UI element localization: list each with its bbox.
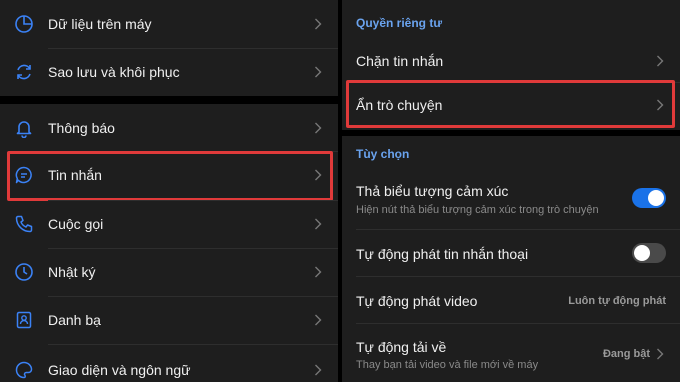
chevron-right-icon <box>315 218 322 230</box>
pie-chart-icon <box>15 15 33 33</box>
menu-item-label: Dữ liệu trên máy <box>48 16 152 32</box>
row-value: Luôn tự động phát <box>568 295 666 307</box>
section-header-privacy: Quyền riêng tư <box>356 16 443 30</box>
section-gap <box>0 96 338 104</box>
row-value: Đang bật <box>602 348 650 360</box>
row-description: Hiện nút thả biểu tượng cảm xúc trong tr… <box>356 204 599 216</box>
menu-item-timeline[interactable]: Nhật ký <box>0 248 338 296</box>
section-gap <box>342 130 680 136</box>
chevron-right-icon <box>315 266 322 278</box>
row-auto-download[interactable]: Tự động tải về Thay bạn tải video và fil… <box>342 323 680 382</box>
menu-item-contacts[interactable]: Danh bạ <box>0 296 338 344</box>
row-description: Thay bạn tải video và file mới về máy <box>356 359 539 371</box>
toggle-knob <box>634 245 650 261</box>
contact-book-icon <box>16 311 32 329</box>
highlight-box <box>7 151 333 201</box>
auto-voice-toggle[interactable] <box>632 243 666 263</box>
row-auto-play-voice[interactable]: Tự động phát tin nhắn thoại <box>342 229 680 277</box>
clock-icon <box>15 263 33 281</box>
row-label: Tự động phát tin nhắn thoại <box>356 246 529 262</box>
section-header-options: Tùy chọn <box>356 147 410 161</box>
settings-menu-panel: Dữ liệu trên máy Sao lưu và khôi phục Th… <box>0 0 338 382</box>
row-label: Tự động tải về <box>356 339 447 355</box>
menu-item-label: Danh bạ <box>48 312 101 328</box>
menu-item-local-data[interactable]: Dữ liệu trên máy <box>0 0 338 48</box>
chevron-right-icon <box>315 18 322 30</box>
bell-icon <box>16 121 32 138</box>
phone-icon <box>15 215 33 233</box>
menu-item-backup-restore[interactable]: Sao lưu và khôi phục <box>0 48 338 96</box>
menu-item-notifications[interactable]: Thông báo <box>0 104 338 152</box>
row-label: Tự động phát video <box>356 293 478 309</box>
toggle-knob <box>648 190 664 206</box>
chevron-right-icon <box>315 364 322 376</box>
row-label: Thả biểu tượng cảm xúc <box>356 183 509 199</box>
menu-item-label: Cuộc gọi <box>48 216 104 232</box>
reactions-toggle[interactable] <box>632 188 666 208</box>
menu-item-label: Sao lưu và khôi phục <box>48 64 180 80</box>
sync-icon <box>17 64 31 80</box>
row-reactions[interactable]: Thả biểu tượng cảm xúc Hiện nút thả biểu… <box>342 170 680 228</box>
divider <box>48 344 338 345</box>
row-auto-play-video[interactable]: Tự động phát video Luôn tự động phát <box>342 276 680 324</box>
menu-item-label: Thông báo <box>48 120 115 136</box>
chevron-right-icon <box>657 55 664 67</box>
palette-icon <box>15 361 33 379</box>
chevron-right-icon <box>315 314 322 326</box>
row-label: Chặn tin nhắn <box>356 53 444 69</box>
menu-item-appearance-language[interactable]: Giao diện và ngôn ngữ <box>0 346 338 382</box>
highlight-box <box>346 80 675 128</box>
chevron-right-icon <box>657 348 664 360</box>
row-block-messages[interactable]: Chặn tin nhắn <box>342 38 680 84</box>
menu-item-label: Nhật ký <box>48 264 96 280</box>
chevron-right-icon <box>315 66 322 78</box>
menu-item-label: Giao diện và ngôn ngữ <box>48 362 191 378</box>
message-settings-panel: Quyền riêng tư Chặn tin nhắn Ẩn trò chuy… <box>342 0 680 382</box>
chevron-right-icon <box>315 122 322 134</box>
menu-item-calls[interactable]: Cuộc gọi <box>0 200 338 248</box>
